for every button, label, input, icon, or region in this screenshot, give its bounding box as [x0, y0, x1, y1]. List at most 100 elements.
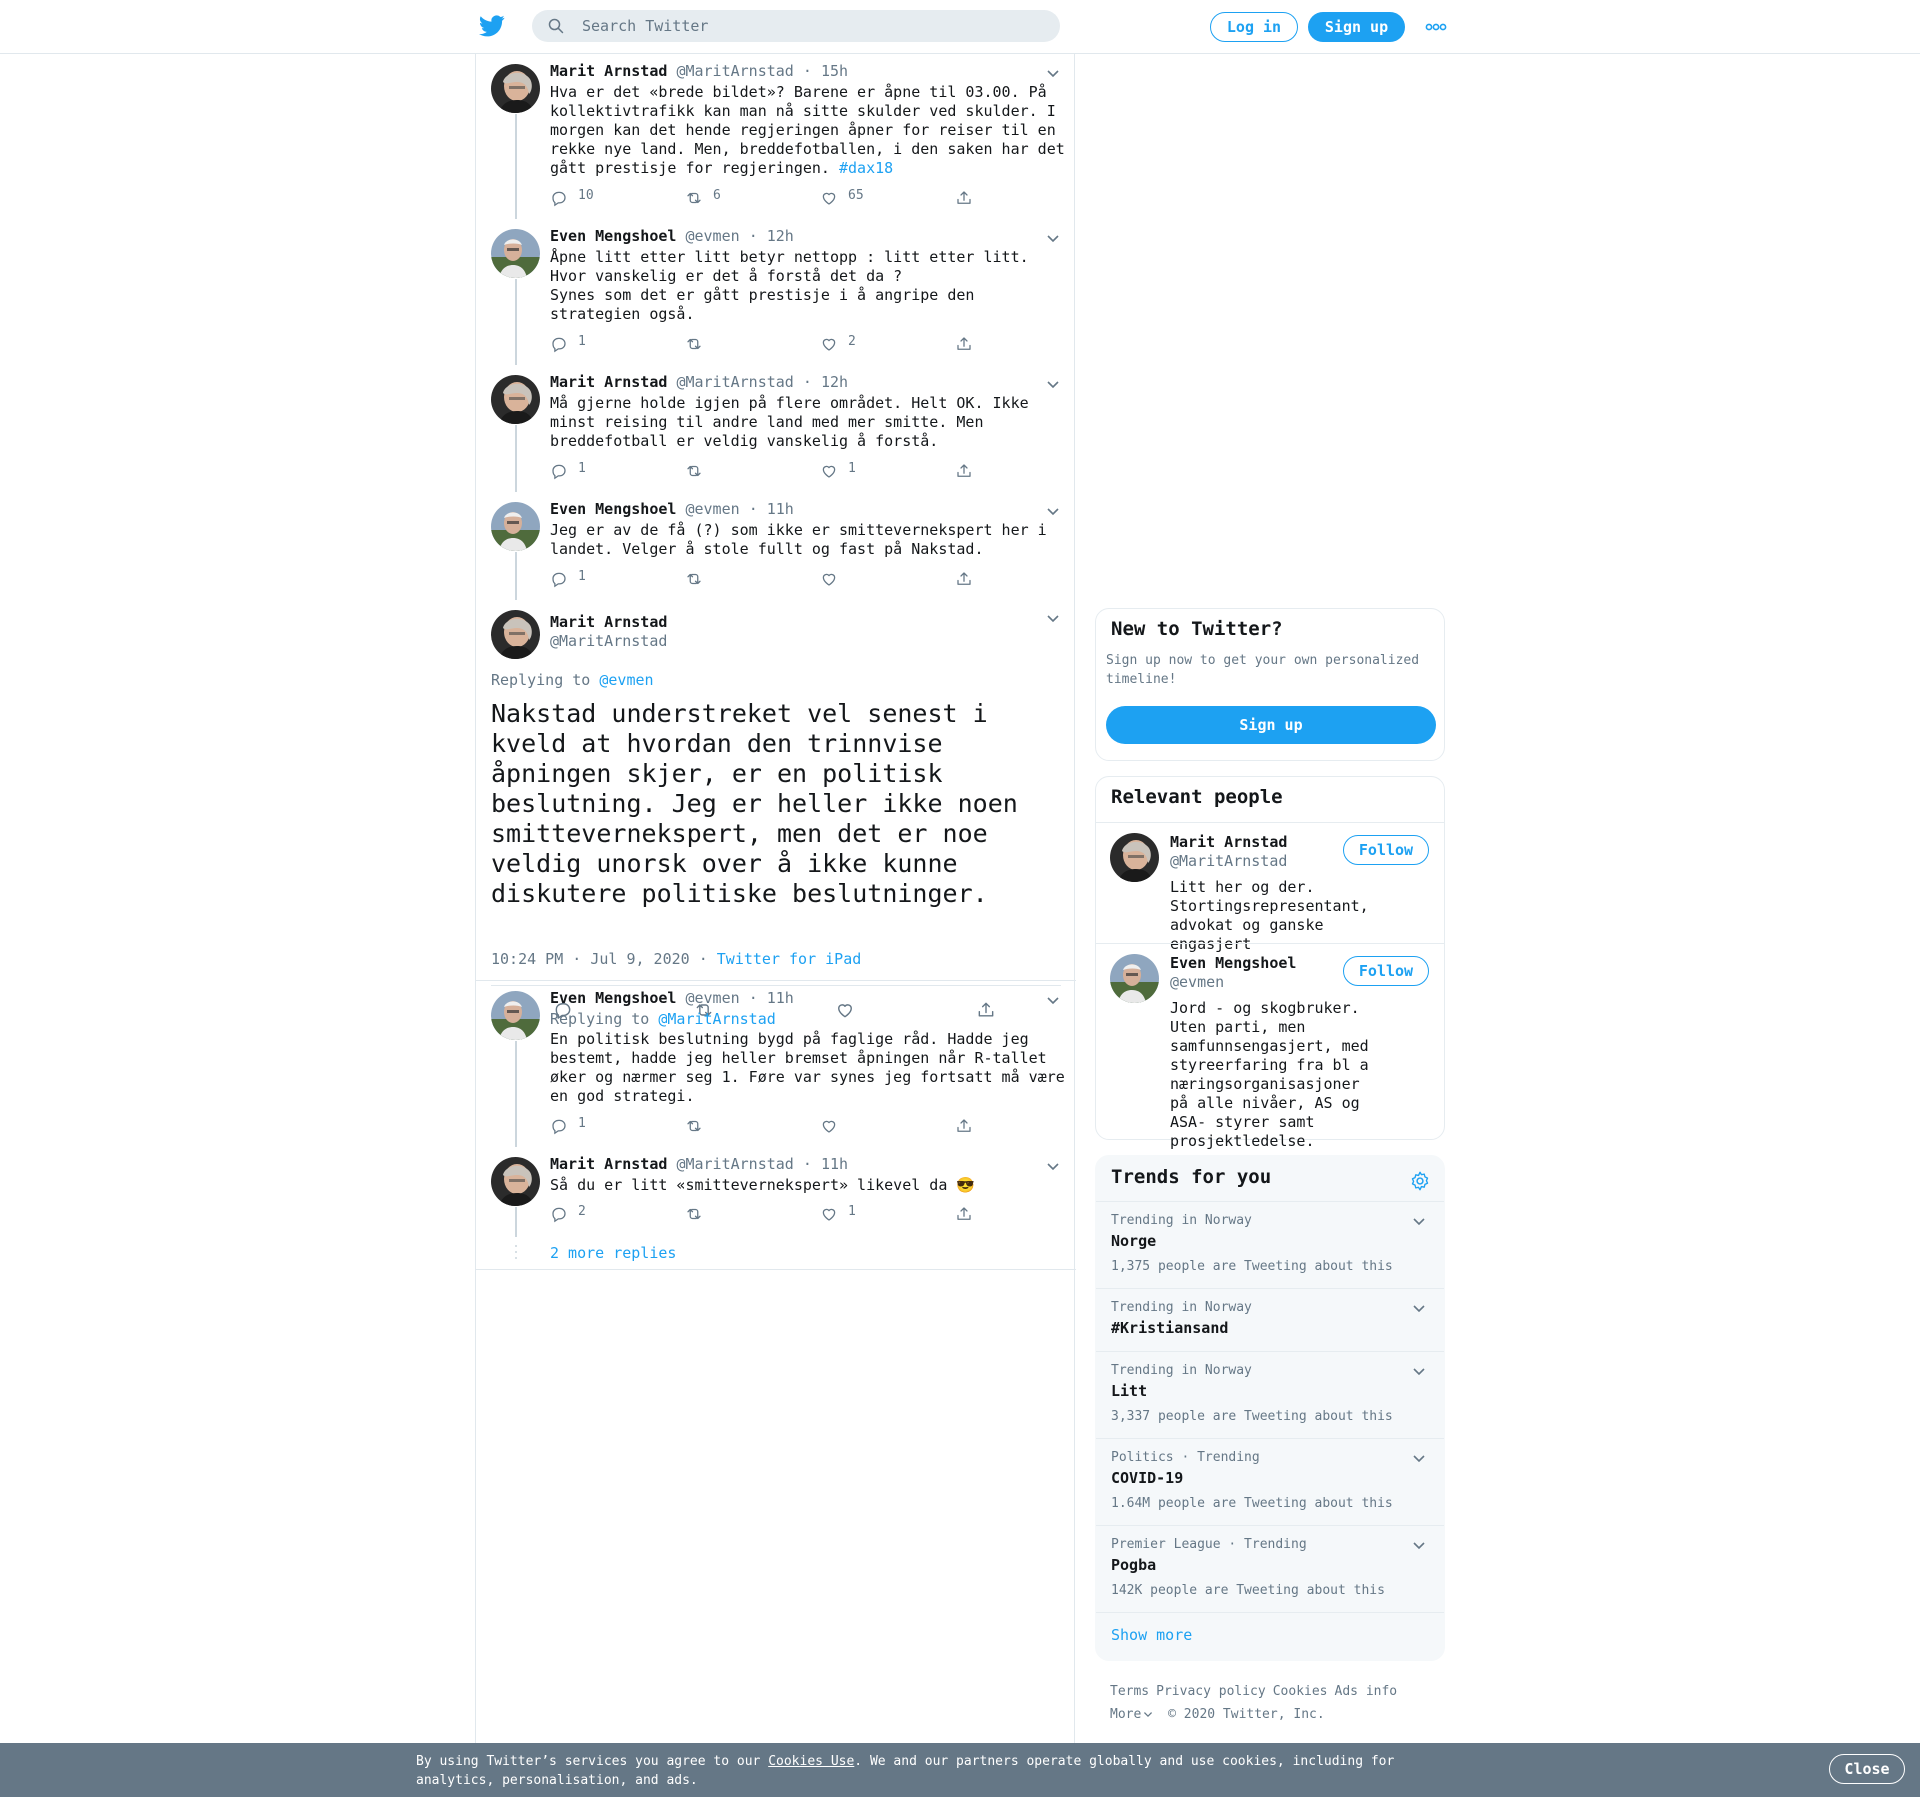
more-options-icon[interactable] — [1425, 20, 1447, 34]
chevron-down-icon[interactable] — [1412, 1216, 1426, 1226]
show-more-link[interactable]: Show more — [1111, 1626, 1192, 1644]
reply-tweet[interactable]: Even Mengshoel @evmen · 11h Replying to … — [476, 981, 1076, 1147]
chevron-down-icon[interactable] — [1046, 233, 1060, 243]
trend-name[interactable]: COVID-19 — [1111, 1469, 1183, 1487]
follow-button[interactable]: Follow — [1343, 956, 1429, 986]
follow-button[interactable]: Follow — [1343, 835, 1429, 865]
chevron-down-icon[interactable] — [1412, 1303, 1426, 1313]
gear-icon[interactable] — [1409, 1170, 1431, 1192]
more-replies-dots — [515, 1245, 517, 1259]
reply-tweet[interactable]: Marit Arnstad @MaritArnstad · 11h Så du … — [476, 1147, 1076, 1237]
thread-tweet[interactable]: Marit Arnstad @MaritArnstad · 12h Må gje… — [476, 365, 1076, 492]
chevron-down-icon[interactable] — [1412, 1540, 1426, 1550]
trend-name[interactable]: #Kristiansand — [1111, 1319, 1228, 1337]
person-name[interactable]: Even Mengshoel — [1170, 954, 1296, 972]
author-name[interactable]: Even Mengshoel — [550, 500, 676, 518]
avatar[interactable] — [491, 375, 540, 424]
avatar[interactable] — [491, 502, 540, 551]
trend-item[interactable]: Premier League · Trending Pogba 142K peo… — [1096, 1526, 1444, 1612]
replying-to-link[interactable]: @evmen — [599, 671, 653, 689]
trend-item[interactable]: Trending in Norway Litt 3,337 people are… — [1096, 1352, 1444, 1438]
person-handle[interactable]: @evmen — [1170, 973, 1224, 991]
more-replies-link[interactable]: 2 more replies — [550, 1244, 676, 1262]
relevant-person[interactable]: Even Mengshoel @evmen Follow Jord - og s… — [1096, 944, 1444, 1150]
author-name[interactable]: Marit Arnstad — [550, 1155, 667, 1173]
share-icon — [955, 462, 973, 480]
avatar[interactable] — [491, 991, 540, 1040]
thread-connector — [515, 1041, 517, 1147]
thread-tweet[interactable]: Even Mengshoel @evmen · 12h Åpne litt et… — [476, 219, 1076, 365]
tweet-source-link[interactable]: Twitter for iPad — [717, 950, 862, 968]
tweet-actions: 10 6 65 — [550, 188, 990, 209]
chevron-down-icon[interactable] — [1412, 1453, 1426, 1463]
author-name[interactable]: Marit Arnstad — [550, 373, 667, 391]
login-button[interactable]: Log in — [1210, 12, 1298, 42]
avatar[interactable] — [491, 64, 540, 113]
cookies-use-link[interactable]: Cookies Use — [768, 1754, 854, 1769]
thread-tweet[interactable]: Marit Arnstad @MaritArnstad · 15h Hva er… — [476, 54, 1076, 219]
card-title: Relevant people — [1111, 786, 1283, 808]
reply-icon — [550, 335, 568, 353]
author-handle[interactable]: @MaritArnstad — [550, 632, 667, 650]
author-handle[interactable]: @evmen — [685, 227, 739, 245]
trend-item[interactable]: Trending in Norway Norge 1,375 people ar… — [1096, 1202, 1444, 1288]
tweet-time[interactable]: 11h — [767, 989, 794, 1007]
chevron-down-icon[interactable] — [1046, 613, 1060, 623]
chevron-down-icon[interactable] — [1412, 1366, 1426, 1376]
tweet-text: Hva er det «brede bildet»? Barene er åpn… — [550, 83, 1074, 177]
trend-name[interactable]: Litt — [1111, 1382, 1147, 1400]
tweet-header: Even Mengshoel @evmen · 12h — [550, 227, 794, 245]
twitter-bird-icon[interactable] — [479, 14, 505, 38]
avatar[interactable] — [1110, 833, 1159, 882]
person-handle[interactable]: @MaritArnstad — [1170, 852, 1287, 870]
author-name[interactable]: Marit Arnstad — [550, 62, 667, 80]
chevron-down-icon[interactable] — [1046, 379, 1060, 389]
author-handle[interactable]: @evmen — [685, 500, 739, 518]
ads-info-link[interactable]: Ads info — [1335, 1684, 1398, 1699]
avatar[interactable] — [1110, 954, 1159, 1003]
more-link[interactable]: More — [1110, 1707, 1153, 1722]
author-name[interactable]: Even Mengshoel — [550, 989, 676, 1007]
thread-tweet[interactable]: Even Mengshoel @evmen · 11h Jeg er av de… — [476, 492, 1076, 600]
chevron-down-icon[interactable] — [1046, 995, 1060, 1005]
author-name[interactable]: Marit Arnstad — [550, 613, 667, 631]
cookies-link[interactable]: Cookies — [1273, 1684, 1328, 1699]
tweet-time[interactable]: 11h — [821, 1155, 848, 1173]
trend-item[interactable]: Trending in Norway #Kristiansand — [1096, 1289, 1444, 1351]
avatar[interactable] — [491, 610, 540, 659]
relevant-person[interactable]: Marit Arnstad @MaritArnstad Follow Litt … — [1096, 823, 1444, 953]
chevron-down-icon[interactable] — [1046, 1161, 1060, 1171]
tweet-timestamp[interactable]: 10:24 PM · Jul 9, 2020 — [491, 950, 690, 968]
author-handle[interactable]: @MaritArnstad — [676, 62, 793, 80]
tweet-time[interactable]: 11h — [767, 500, 794, 518]
person-name[interactable]: Marit Arnstad — [1170, 833, 1287, 851]
chevron-down-icon[interactable] — [1046, 506, 1060, 516]
author-handle[interactable]: @MaritArnstad — [676, 373, 793, 391]
close-button[interactable]: Close — [1829, 1754, 1905, 1784]
author-handle[interactable]: @evmen — [685, 989, 739, 1007]
replying-to-link[interactable]: @MaritArnstad — [658, 1010, 775, 1028]
author-handle[interactable]: @MaritArnstad — [676, 1155, 793, 1173]
trend-item[interactable]: Politics · Trending COVID-19 1.64M peopl… — [1096, 1439, 1444, 1525]
tweet-time[interactable]: 12h — [767, 227, 794, 245]
tweet-time[interactable]: 12h — [821, 373, 848, 391]
avatar[interactable] — [491, 1157, 540, 1206]
retweet-icon — [685, 189, 703, 207]
terms-link[interactable]: Terms — [1110, 1684, 1149, 1699]
avatar[interactable] — [491, 229, 540, 278]
share-icon — [955, 1117, 973, 1135]
author-name[interactable]: Even Mengshoel — [550, 227, 676, 245]
chevron-down-icon[interactable] — [1046, 68, 1060, 78]
search-bar[interactable]: Search Twitter — [532, 10, 1060, 42]
signup-button[interactable]: Sign up — [1308, 12, 1405, 42]
retweet-icon — [685, 335, 703, 353]
signup-button[interactable]: Sign up — [1106, 706, 1436, 744]
trend-name[interactable]: Norge — [1111, 1232, 1156, 1250]
replying-to: Replying to @MaritArnstad — [550, 1010, 776, 1028]
tweet-time[interactable]: 15h — [821, 62, 848, 80]
trend-name[interactable]: Pogba — [1111, 1556, 1156, 1574]
thread-connector — [515, 279, 517, 365]
reply-icon — [550, 462, 568, 480]
hashtag-link[interactable]: #dax18 — [839, 159, 893, 177]
privacy-link[interactable]: Privacy policy — [1156, 1684, 1266, 1699]
